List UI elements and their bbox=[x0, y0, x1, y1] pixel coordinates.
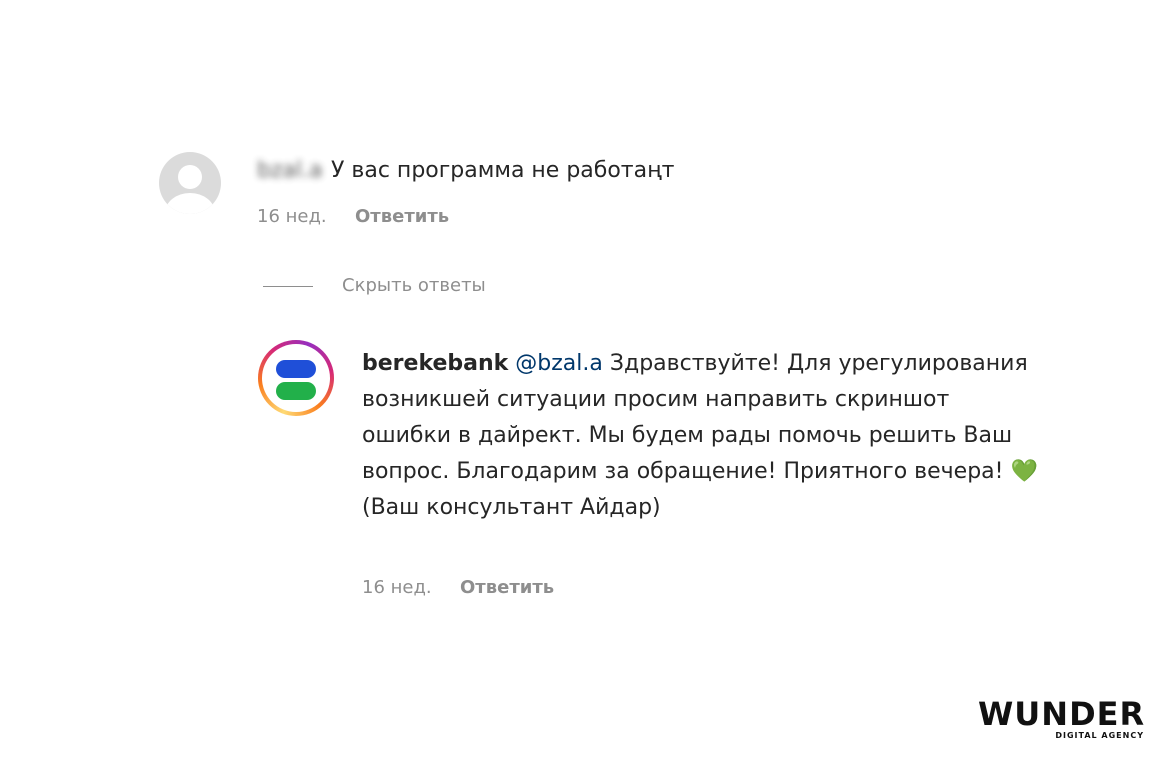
green-heart-icon: 💚 bbox=[1010, 459, 1038, 484]
reply-mention-link[interactable]: @bzal.a bbox=[515, 351, 603, 376]
reply-body: berekebank @bzal.a Здравствуйте! Для уре… bbox=[362, 346, 1042, 526]
reply-reply-button[interactable]: Ответить bbox=[460, 577, 554, 598]
comment-reply-button[interactable]: Ответить bbox=[355, 206, 449, 227]
reply-timestamp[interactable]: 16 нед. bbox=[362, 577, 432, 598]
reply-signature: (Ваш консультант Айдар) bbox=[362, 495, 661, 520]
avatar-inner bbox=[262, 344, 330, 412]
hide-replies-button[interactable]: Скрыть ответы bbox=[342, 275, 486, 296]
watermark-title: WUNDER bbox=[978, 695, 1146, 733]
wunder-watermark-logo: WUNDER DIGITAL AGENCY bbox=[978, 698, 1148, 742]
berekebank-avatar[interactable] bbox=[258, 340, 334, 416]
avatar-head-shape bbox=[178, 165, 202, 189]
replies-divider bbox=[263, 286, 313, 287]
comment-timestamp[interactable]: 16 нед. bbox=[257, 206, 327, 227]
logo-top-bar bbox=[276, 360, 316, 378]
reply-username[interactable]: berekebank bbox=[362, 351, 508, 376]
watermark-subtitle: DIGITAL AGENCY bbox=[1055, 731, 1144, 740]
default-avatar[interactable] bbox=[159, 152, 221, 214]
comment-username[interactable]: bzal.a bbox=[257, 158, 323, 183]
logo-bottom-bar bbox=[276, 382, 316, 400]
comment-text: У вас программа не работаңт bbox=[331, 158, 675, 183]
avatar-body-shape bbox=[165, 193, 215, 214]
